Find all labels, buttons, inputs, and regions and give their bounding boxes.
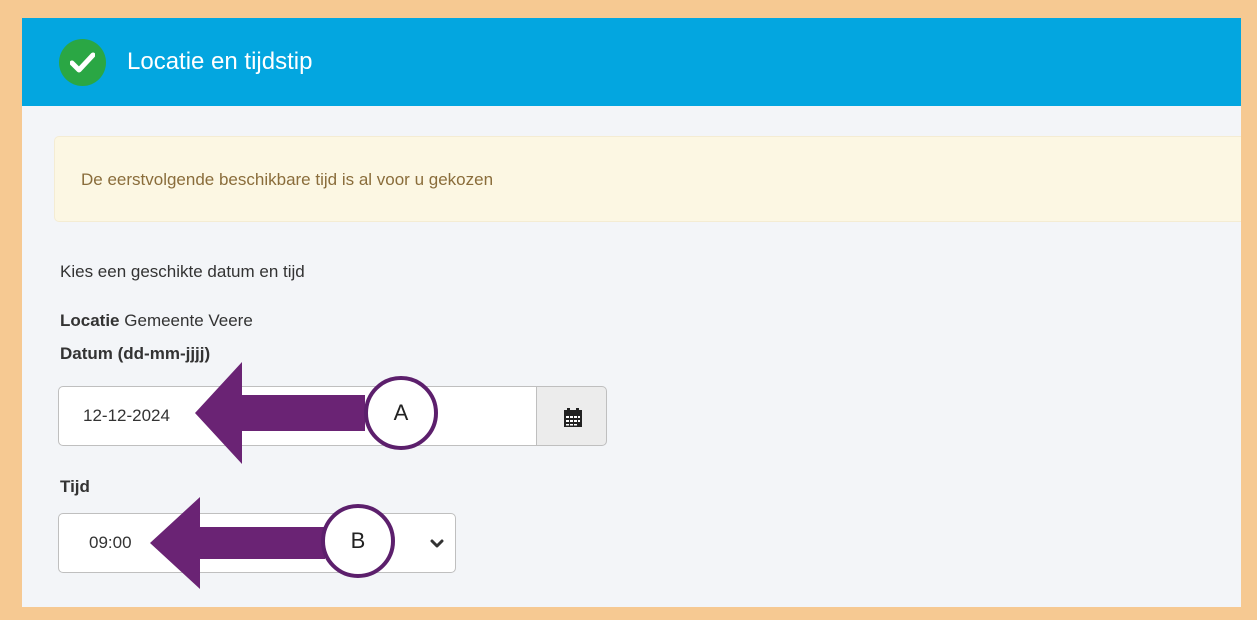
intro-text: Kies een geschikte datum en tijd [60, 262, 305, 281]
alert-text: De eerstvolgende beschikbare tijd is al … [81, 170, 494, 189]
info-alert: De eerstvolgende beschikbare tijd is al … [54, 136, 1241, 222]
panel-header: Locatie en tijdstip [22, 18, 1241, 106]
panel-title: Locatie en tijdstip [127, 48, 313, 75]
annotation-badge-a: A [364, 376, 438, 450]
date-label: Datum (dd-mm-jjjj) [60, 344, 211, 363]
calendar-button[interactable] [536, 386, 607, 446]
chevron-down-icon [430, 539, 444, 548]
annotation-badge-b: B [321, 504, 395, 578]
annotation-arrow-b [150, 497, 325, 589]
location-value: Gemeente Veere [124, 311, 253, 330]
location-row: Locatie Gemeente Veere [60, 311, 253, 331]
location-label: Locatie [60, 311, 120, 330]
calendar-icon [564, 408, 582, 427]
time-value: 09:00 [89, 533, 132, 552]
time-label: Tijd [60, 477, 90, 496]
check-circle-icon [59, 39, 106, 86]
annotation-arrow-a [195, 362, 365, 464]
